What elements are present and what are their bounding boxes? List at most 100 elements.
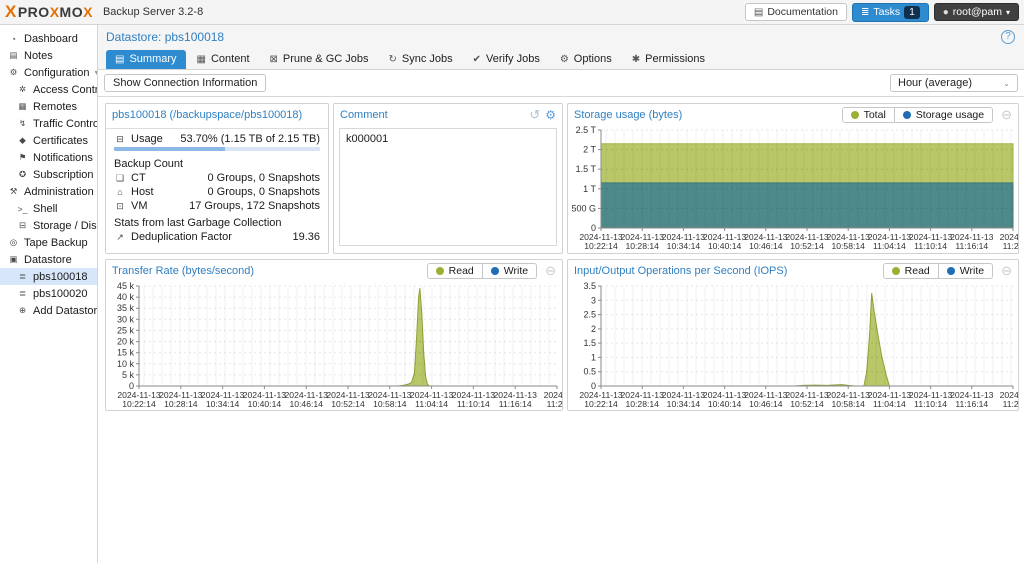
svg-text:1 T: 1 T	[583, 184, 596, 194]
svg-text:11:10:14: 11:10:14	[457, 399, 490, 409]
add-datastore-icon: ⊕	[18, 305, 27, 315]
sidebar-item-configuration[interactable]: ⚙Configuration▾	[0, 64, 97, 81]
help-icon[interactable]: ?	[1001, 30, 1015, 44]
backup-count-rows: ❑ CT 0 Groups, 0 Snapshots ⌂ Host 0 Groups, 0…	[114, 172, 320, 212]
svg-text:11:22: 11:22	[547, 399, 562, 409]
svg-text:30 k: 30 k	[117, 314, 135, 324]
sidebar-item-label: Datastore	[24, 253, 72, 266]
legend-item-total[interactable]: Total	[842, 108, 894, 122]
sidebar-item-tape-backup[interactable]: ◎ Tape Backup	[0, 234, 97, 251]
svg-text:10:46:14: 10:46:14	[749, 399, 783, 409]
collapse-icon[interactable]: ⊖	[1001, 107, 1012, 123]
transfer-rate-title: Transfer Rate (bytes/second)	[112, 265, 255, 277]
legend-item-write[interactable]: Write	[937, 264, 993, 278]
tasks-button[interactable]: ≣ Tasks 1	[851, 2, 929, 22]
sidebar-item-access-control[interactable]: ✲ Access Control	[0, 81, 97, 98]
svg-text:11:16:14: 11:16:14	[955, 241, 988, 251]
sidebar-item-label: Notifications	[33, 151, 93, 164]
sidebar-item-subscription[interactable]: ✪ Subscription	[0, 166, 97, 183]
tab-label: Options	[573, 53, 612, 65]
svg-text:15 k: 15 k	[117, 348, 135, 358]
sidebar-item-storage-disks[interactable]: ⊟ Storage / Disks	[0, 217, 97, 234]
sidebar-item-certificates[interactable]: ◆ Certificates	[0, 132, 97, 149]
proxmox-logo: X PRO X MO X	[5, 2, 93, 21]
usage-row: ⊟ Usage 53.70% (1.15 TB of 2.15 TB)	[114, 133, 320, 145]
sidebar-item-dashboard[interactable]: ◔ Dashboard	[0, 30, 97, 47]
dedup-value: 19.36	[292, 231, 320, 243]
comment-panel-title: Comment	[340, 109, 388, 121]
documentation-button[interactable]: ▤ Documentation	[744, 3, 847, 21]
gear-icon[interactable]: ⚙	[545, 108, 556, 122]
svg-text:10:28:14: 10:28:14	[164, 399, 198, 409]
undo-icon[interactable]: ↺	[529, 107, 540, 123]
sidebar-item-label: Storage / Disks	[33, 219, 97, 232]
svg-text:2.5 T: 2.5 T	[576, 126, 597, 135]
legend-item-write[interactable]: Write	[481, 264, 537, 278]
svg-text:20 k: 20 k	[117, 337, 135, 347]
datastore-icon: ▣	[9, 254, 18, 264]
permissions-icon: ✱	[631, 53, 641, 65]
legend-item-read[interactable]: Read	[883, 264, 938, 278]
legend-item-read[interactable]: Read	[427, 264, 482, 278]
disk-icon: ⊟	[116, 133, 124, 144]
sidebar-item-add-datastore[interactable]: ⊕ Add Datastore	[0, 302, 97, 319]
iops-title: Input/Output Operations per Second (IOPS…	[574, 265, 788, 277]
iops-chart: 00.511.522.533.52024-11-1310:22:142024-1…	[579, 282, 1018, 409]
svg-text:1.5 T: 1.5 T	[576, 164, 597, 174]
sidebar-item-remotes[interactable]: ▦ Remotes	[0, 98, 97, 115]
tab-summary[interactable]: ▤ Summary	[106, 50, 186, 69]
storage-usage-title: Storage usage (bytes)	[574, 109, 683, 121]
tab-label: Prune & GC Jobs	[282, 53, 369, 65]
svg-text:11:22: 11:22	[1003, 241, 1018, 251]
sidebar-item-label: pbs100020	[33, 287, 88, 300]
iops-legend: Read Write	[882, 263, 994, 279]
storage-usage-chart: 0500 G1 T1.5 T2 T2.5 T2024-11-1310:22:14…	[571, 126, 1018, 251]
svg-text:2 T: 2 T	[583, 145, 596, 155]
tab-options[interactable]: ⚙ Options	[551, 50, 621, 69]
tab-sync-jobs[interactable]: ↻ Sync Jobs	[379, 50, 461, 69]
tab-verify-jobs[interactable]: ✔ Verify Jobs	[464, 50, 549, 69]
show-connection-info-button[interactable]: Show Connection Information	[104, 74, 267, 92]
tab-permissions[interactable]: ✱ Permissions	[623, 50, 714, 69]
svg-text:11:04:14: 11:04:14	[415, 399, 448, 409]
sidebar-item-pbs100020[interactable]: ≣ pbs100020	[0, 285, 97, 302]
legend-label: Read	[448, 265, 474, 277]
svg-text:10:40:14: 10:40:14	[248, 399, 282, 409]
tab-content[interactable]: ▦ Content	[188, 50, 259, 69]
svg-text:11:16:14: 11:16:14	[499, 399, 532, 409]
sidebar-item-notes[interactable]: ▤ Notes	[0, 47, 97, 64]
svg-text:10:58:14: 10:58:14	[831, 399, 865, 409]
tab-label: Sync Jobs	[401, 53, 453, 65]
sidebar-item-label: Administration	[24, 185, 94, 198]
user-icon: ●	[942, 6, 949, 18]
user-menu-button[interactable]: ● root@pam ▾	[933, 3, 1019, 21]
collapse-icon[interactable]: ⊖	[1001, 263, 1012, 279]
sidebar-item-pbs100018[interactable]: ≣ pbs100018	[0, 268, 97, 285]
sidebar-item-notifications[interactable]: ⚑ Notifications	[0, 149, 97, 166]
sidebar-item-shell[interactable]: >_ Shell	[0, 200, 97, 217]
tab-label: Content	[210, 53, 250, 65]
collapse-icon[interactable]: ⊖	[545, 263, 556, 279]
access-control-icon: ✲	[18, 84, 27, 94]
panel-row-1: pbs100018 (/backupspace/pbs100018) ⊟ Usa…	[105, 103, 1019, 254]
sidebar-item-administration[interactable]: ⚒Administration▾	[0, 183, 97, 200]
comment-text[interactable]: k000001	[339, 128, 557, 246]
sidebar-item-datastore[interactable]: ▣ Datastore	[0, 251, 97, 268]
administration-icon: ⚒	[9, 186, 18, 196]
backup-count-value: 0 Groups, 0 Snapshots	[207, 186, 320, 198]
dedup-row: ↗ Deduplication Factor 19.36	[114, 231, 320, 243]
notifications-icon: ⚑	[18, 152, 27, 162]
svg-text:5 k: 5 k	[122, 370, 135, 380]
range-select[interactable]: Hour (average) ⌄	[890, 74, 1018, 92]
sidebar-item-label: Configuration	[24, 66, 90, 79]
tab-prune-gc-jobs[interactable]: ⊠ Prune & GC Jobs	[261, 50, 378, 69]
iops-panel: Input/Output Operations per Second (IOPS…	[567, 259, 1019, 411]
transfer-rate-chart: 05 k10 k15 k20 k25 k30 k35 k40 k45 k2024…	[117, 282, 562, 409]
content-header: Datastore: pbs100018 ? ▤ Summary ▦ Content ⊠…	[98, 25, 1024, 70]
svg-text:3.5: 3.5	[583, 282, 596, 291]
sidebar-item-traffic-control[interactable]: ↯ Traffic Control	[0, 115, 97, 132]
legend-label: Read	[904, 265, 930, 277]
main-content: Datastore: pbs100018 ? ▤ Summary ▦ Content ⊠…	[98, 25, 1024, 563]
legend-item-storage-usage[interactable]: Storage usage	[893, 108, 993, 122]
tasks-list-icon: ≣	[860, 6, 870, 18]
